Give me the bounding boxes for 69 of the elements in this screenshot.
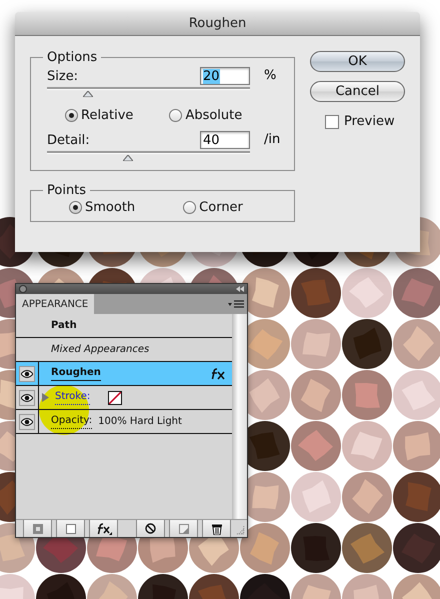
- none-swatch[interactable]: [108, 390, 122, 404]
- circle-drawing: [0, 574, 35, 599]
- appearance-row[interactable]: Roughen: [16, 362, 232, 386]
- dialog-button[interactable]: Cancel: [310, 81, 405, 102]
- preview-checkbox[interactable]: Preview: [325, 114, 405, 129]
- trash-icon: [212, 522, 222, 534]
- circle-drawing: [342, 370, 392, 420]
- resize-grip-icon[interactable]: [235, 525, 245, 535]
- circle-fragment: [240, 523, 290, 573]
- field-label: Size:: [47, 68, 78, 84]
- visibility-toggle[interactable]: [19, 390, 35, 406]
- appearance-note: Mixed Appearances: [51, 344, 150, 355]
- close-icon[interactable]: [19, 285, 27, 293]
- circle-drawing: [342, 421, 392, 471]
- circle-drawing: [393, 472, 440, 522]
- appearance-row[interactable]: Path: [16, 314, 232, 338]
- circle-drawing: [393, 268, 440, 318]
- add-stroke-button[interactable]: [56, 520, 86, 537]
- number-field[interactable]: 40: [200, 131, 250, 149]
- visibility-toggle[interactable]: [19, 414, 35, 430]
- scrollbar[interactable]: [232, 314, 247, 519]
- visibility-toggle[interactable]: [19, 366, 35, 382]
- window-title: Roughen: [188, 16, 246, 31]
- radio-button[interactable]: Corner: [183, 200, 243, 215]
- radio-button[interactable]: Relative: [65, 108, 134, 123]
- menu-icon[interactable]: [228, 300, 244, 308]
- circle-drawing: [342, 319, 392, 369]
- circle-drawing: [393, 421, 440, 471]
- eye-icon: [21, 394, 33, 402]
- field-label: Detail:: [47, 132, 90, 148]
- collapse-icon[interactable]: [236, 286, 244, 292]
- circle-drawing: [291, 472, 341, 522]
- filled-square-icon: [32, 524, 43, 534]
- fx-icon: [210, 368, 226, 380]
- panel-tab[interactable]: APPEARANCE: [16, 294, 94, 314]
- delete-button[interactable]: [202, 520, 232, 537]
- radio-button[interactable]: Smooth: [69, 200, 136, 215]
- number-field[interactable]: 20: [200, 67, 250, 85]
- circle-drawing: [291, 370, 341, 420]
- effect-link[interactable]: Roughen: [51, 366, 101, 381]
- group-label: Points: [46, 183, 88, 198]
- radio-button[interactable]: Absolute: [169, 108, 242, 123]
- circle-drawing: [87, 574, 137, 599]
- unit-label: /in: [264, 132, 280, 147]
- eye-icon: [21, 370, 33, 378]
- unit-label: %: [264, 68, 276, 83]
- circle-drawing: [291, 268, 341, 318]
- eye-icon: [21, 418, 33, 426]
- fx-icon: [96, 522, 112, 534]
- opacity-value: 100% Hard Light: [98, 416, 182, 427]
- add-fill-button[interactable]: [23, 520, 52, 537]
- circle-drawing: [342, 472, 392, 522]
- expand-triangle-icon[interactable]: [42, 393, 49, 402]
- circle-drawing: [342, 268, 392, 318]
- no-sign-icon: [145, 523, 156, 534]
- circle-drawing: [291, 319, 341, 369]
- circle-drawing: [138, 574, 188, 599]
- dialog-button[interactable]: OK: [310, 51, 405, 72]
- circle-drawing: [393, 319, 440, 369]
- circle-drawing: [189, 574, 239, 599]
- circle-drawing: [36, 574, 86, 599]
- clear-button[interactable]: [136, 520, 166, 537]
- square-icon: [66, 524, 76, 534]
- circle-drawing: [291, 421, 341, 471]
- object-label: Path: [51, 320, 77, 331]
- group-label: Options: [46, 50, 98, 65]
- new-item-icon: [178, 524, 189, 534]
- circle-drawing: [393, 370, 440, 420]
- add-effect-button[interactable]: [89, 520, 118, 537]
